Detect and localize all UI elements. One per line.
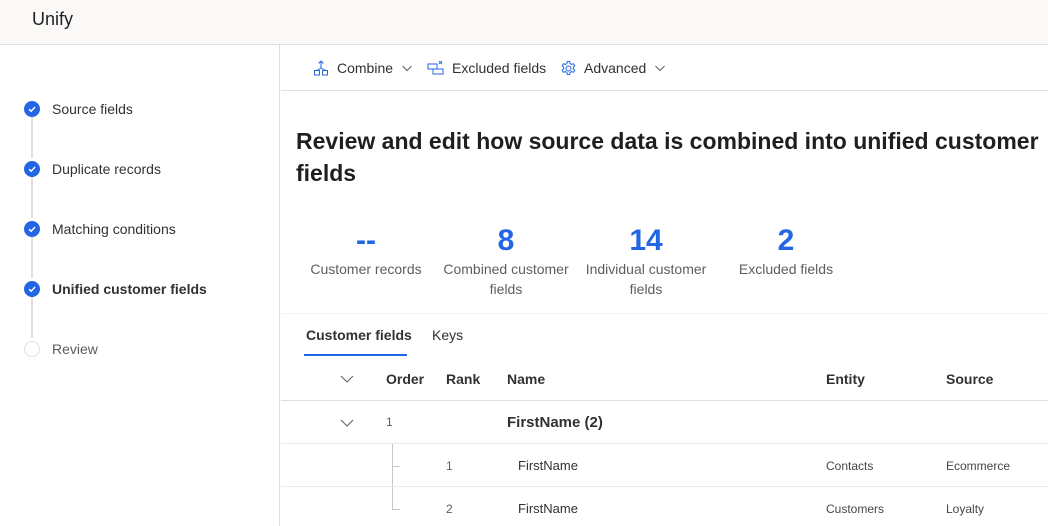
step-label: Duplicate records [52,161,161,177]
stat-label: Individual customer fields [585,261,707,297]
step-label: Review [52,341,98,357]
check-circle-icon [24,281,40,297]
row-rank: 1 [446,459,453,473]
check-circle-icon [24,221,40,237]
row-entity: Contacts [826,459,874,473]
command-bar: Combine Excluded fields Advanced [281,45,1048,91]
column-header-rank[interactable]: Rank [446,371,480,387]
row-name: FirstName [518,501,578,516]
stat-excluded-fields: 2 Excluded fields [716,223,856,279]
combine-label: Combine [337,60,394,76]
main-content: Combine Excluded fields Advanced Review … [281,45,1048,526]
divider [281,313,1048,314]
row-divider [281,443,1048,444]
stat-value: 2 [777,224,795,257]
tree-branch [392,509,400,510]
header-divider [281,400,1048,401]
advanced-label: Advanced [584,60,647,76]
column-header-order[interactable]: Order [386,371,424,387]
step-label: Matching conditions [52,221,176,237]
stat-combined-fields: 8 Combined customer fields [436,223,576,299]
page-title: Review and edit how source data is combi… [296,128,1039,186]
step-connector [31,176,33,218]
check-circle-icon [24,161,40,177]
group-name: FirstName (2) [507,414,603,431]
step-matching-conditions[interactable]: Matching conditions [24,219,176,239]
stat-label: Customer records [310,261,422,277]
stat-individual-fields: 14 Individual customer fields [576,223,716,299]
empty-circle-icon [24,341,40,357]
step-unified-customer-fields[interactable]: Unified customer fields [24,279,207,299]
stat-label: Excluded fields [738,261,834,277]
stat-value: 14 [629,224,663,257]
advanced-button[interactable]: Advanced [559,58,666,78]
chevron-down-icon [401,62,413,74]
step-connector [31,296,33,338]
step-connector [31,116,33,158]
progress-stepper: Source fields Duplicate records Matching… [0,45,280,526]
stat-customer-records: -- Customer records [296,223,436,279]
chevron-down-icon [654,62,666,74]
stat-value: 8 [497,224,515,257]
excluded-fields-icon [427,59,445,77]
tab-customer-fields[interactable]: Customer fields [306,327,412,343]
step-review[interactable]: Review [24,339,98,359]
row-divider [281,486,1048,487]
step-source-fields[interactable]: Source fields [24,99,133,119]
row-rank: 2 [446,502,453,516]
row-name: FirstName [518,458,578,473]
row-source: Loyalty [946,502,985,516]
stat-label: Combined customer fields [443,261,569,297]
step-label: Source fields [52,101,133,117]
row-entity: Customers [826,502,885,516]
step-duplicate-records[interactable]: Duplicate records [24,159,161,179]
expand-all-chevron-icon[interactable] [340,374,354,384]
tab-keys[interactable]: Keys [432,327,463,343]
column-header-name[interactable]: Name [507,371,545,387]
excluded-fields-button[interactable]: Excluded fields [427,58,546,78]
combine-button[interactable]: Combine [312,58,413,78]
app-header: Unify [0,0,1048,45]
column-header-entity[interactable]: Entity [826,371,865,387]
check-circle-icon [24,101,40,117]
group-order: 1 [386,415,393,429]
chevron-down-icon[interactable] [340,418,354,428]
step-label: Unified customer fields [52,281,207,297]
app-title: Unify [32,9,74,29]
column-header-source[interactable]: Source [946,371,993,387]
combine-icon [312,59,330,77]
stat-value: -- [356,224,376,257]
excluded-fields-label: Excluded fields [452,60,547,76]
tree-branch [392,466,400,467]
tree-connector [392,444,393,509]
row-source: Ecommerce [946,459,1011,473]
step-connector [31,236,33,278]
active-tab-indicator [304,354,407,356]
gear-icon [559,59,577,77]
